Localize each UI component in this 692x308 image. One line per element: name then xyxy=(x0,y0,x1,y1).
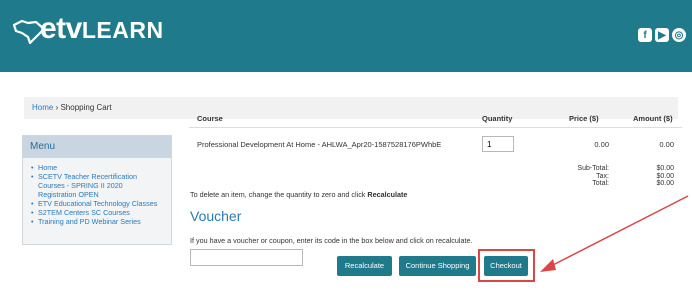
col-header-quantity: Quantity xyxy=(482,114,513,123)
subtotal-value: $0.00 xyxy=(656,165,674,172)
voucher-input[interactable] xyxy=(190,249,303,266)
quantity-input[interactable] xyxy=(482,136,514,152)
tax-value: $0.00 xyxy=(656,172,674,180)
tax-label: Tax: xyxy=(596,172,609,180)
menu-item-teacher-recertification[interactable]: SCETV Teacher Recertification Courses - … xyxy=(31,172,163,199)
recalculate-button[interactable]: Recalculate xyxy=(337,256,392,276)
menu-title: Menu xyxy=(23,136,171,158)
breadcrumb-current: Shopping Cart xyxy=(60,103,112,112)
menu-item-edtech-classes[interactable]: ETV Educational Technology Classes xyxy=(31,199,163,208)
menu-item-home[interactable]: Home xyxy=(31,163,163,172)
menu-item-webinar-series[interactable]: Training and PD Webinar Series xyxy=(31,217,163,226)
etv-learn-logo[interactable]: etvLEARN xyxy=(12,14,164,45)
breadcrumb-home-link[interactable]: Home xyxy=(32,103,53,112)
site-header: etvLEARN f ▶ ◎ xyxy=(0,0,692,72)
cart-totals: Sub-Total: $0.00 Tax: $0.00 Total: $0.00 xyxy=(559,165,674,188)
globe-icon[interactable]: ◎ xyxy=(672,28,686,42)
delete-hint: To delete an item, change the quantity t… xyxy=(190,190,408,199)
header-divider xyxy=(189,127,682,128)
voucher-hint: If you have a voucher or coupon, enter i… xyxy=(190,236,473,245)
col-header-price: Price ($) xyxy=(569,114,599,123)
sidebar-menu: Menu Home SCETV Teacher Recertification … xyxy=(22,135,172,245)
col-header-course: Course xyxy=(197,114,223,123)
social-links: f ▶ ◎ xyxy=(638,28,686,42)
cart-item-price: 0.00 xyxy=(594,140,609,149)
total-label: Total: xyxy=(592,180,609,187)
delete-hint-bold: Recalculate xyxy=(367,190,408,199)
cart-item-name: Professional Development At Home - AHLWA… xyxy=(197,140,442,149)
logo-text: etvLEARN xyxy=(40,12,164,45)
menu-item-s2tem-courses[interactable]: S2TEM Centers SC Courses xyxy=(31,208,163,217)
continue-shopping-button[interactable]: Continue Shopping xyxy=(399,256,476,276)
voucher-title: Voucher xyxy=(190,208,242,224)
facebook-icon[interactable]: f xyxy=(638,28,652,42)
cart-item-amount: 0.00 xyxy=(659,140,674,149)
checkout-highlight-box xyxy=(478,249,535,282)
col-header-amount: Amount ($) xyxy=(633,114,673,123)
subtotal-label: Sub-Total: xyxy=(577,165,609,172)
total-value: $0.00 xyxy=(656,180,674,187)
youtube-icon[interactable]: ▶ xyxy=(655,28,669,42)
menu-list: Home SCETV Teacher Recertification Cours… xyxy=(23,158,171,231)
